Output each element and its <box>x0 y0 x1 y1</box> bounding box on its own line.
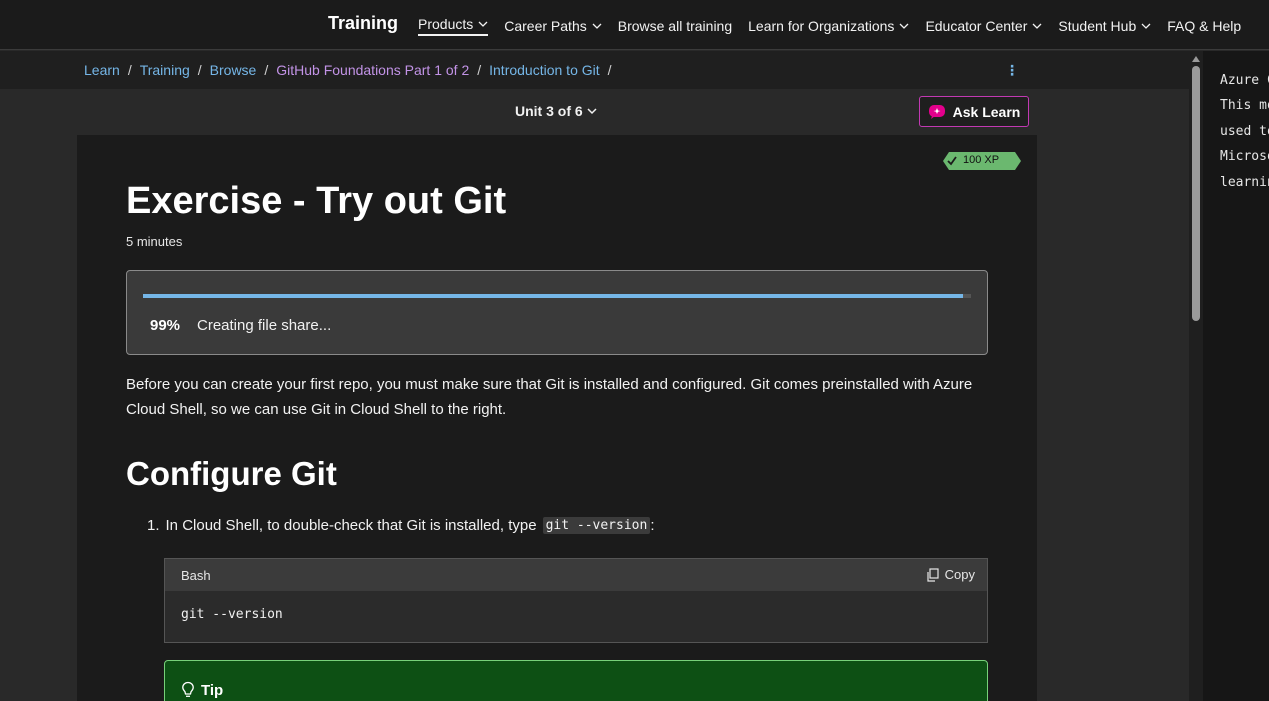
step-suffix: : <box>650 517 655 534</box>
chevron-down-icon <box>478 21 488 27</box>
nav-item-label: FAQ & Help <box>1167 18 1242 34</box>
shell-line: This mo <box>1220 98 1269 113</box>
chevron-down-icon <box>587 108 597 115</box>
progress-status: Creating file share... <box>197 317 332 334</box>
nav-item-learn-for-organizations[interactable]: Learn for Organizations <box>748 16 909 36</box>
ask-learn-button[interactable]: Ask Learn <box>919 96 1029 127</box>
breadcrumb-module[interactable]: Introduction to Git <box>489 62 600 78</box>
nav-item-student-hub[interactable]: Student Hub <box>1058 16 1151 36</box>
code-language: Bash <box>181 568 211 583</box>
inline-code: git --version <box>542 517 651 534</box>
unit-selector[interactable]: Unit 3 of 6 <box>515 103 597 119</box>
nav-item-products[interactable]: Products <box>418 16 489 36</box>
breadcrumb-bar: Learn / Training / Browse / GitHub Found… <box>0 51 1189 89</box>
copy-button[interactable]: Copy <box>926 567 975 582</box>
nav-item-label: Student Hub <box>1058 18 1137 34</box>
chevron-down-icon <box>1032 23 1042 29</box>
progress-bar-fill <box>143 294 963 298</box>
breadcrumb-browse[interactable]: Browse <box>210 62 257 78</box>
shell-line: used to <box>1220 124 1269 139</box>
breadcrumb-separator: / <box>264 62 269 78</box>
nav-item-label: Career Paths <box>504 18 587 34</box>
tip-label: Tip <box>201 681 224 699</box>
breadcrumb-separator: / <box>607 62 612 78</box>
section-heading: Configure Git <box>126 455 337 492</box>
scrollbar[interactable] <box>1189 51 1203 701</box>
scroll-up-arrow-icon[interactable] <box>1192 56 1200 62</box>
brand-training[interactable]: Training <box>328 13 398 34</box>
duration: 5 minutes <box>126 234 183 249</box>
breadcrumb-separator: / <box>477 62 482 78</box>
intro-paragraph: Before you can create your first repo, y… <box>126 376 973 418</box>
nav-item-label: Learn for Organizations <box>748 18 895 34</box>
step-number: 1. <box>147 517 160 534</box>
breadcrumb-separator: / <box>127 62 132 78</box>
nav-item-career-paths[interactable]: Career Paths <box>504 16 602 36</box>
nav-item-label: Educator Center <box>925 18 1028 34</box>
nav-item-educator-center[interactable]: Educator Center <box>925 16 1042 36</box>
top-nav: Training Products Career Paths Browse al… <box>0 0 1269 50</box>
nav-item-browse-all-training[interactable]: Browse all training <box>618 16 732 36</box>
copy-icon <box>927 567 939 582</box>
tip-header: Tip <box>181 681 223 699</box>
code-block: Bash Copy git --version <box>164 558 988 643</box>
page-title: Exercise - Try out Git <box>126 180 507 222</box>
step-text: In Cloud Shell, to double-check that Git… <box>165 517 537 534</box>
breadcrumb-training[interactable]: Training <box>140 62 190 78</box>
tip-callout: Tip <box>164 660 988 701</box>
progress-bar <box>143 294 971 298</box>
chevron-down-icon <box>899 23 909 29</box>
shell-line: Azure C <box>1220 73 1269 88</box>
unit-selector-label: Unit 3 of 6 <box>515 103 583 119</box>
breadcrumb-learning-path[interactable]: GitHub Foundations Part 1 of 2 <box>276 62 469 78</box>
chevron-down-icon <box>592 23 602 29</box>
sandbox-progress: 99% Creating file share... <box>126 270 988 355</box>
progress-percent: 99% <box>150 317 181 334</box>
ask-learn-label: Ask Learn <box>952 103 1021 120</box>
code-block-header: Bash Copy <box>165 559 987 591</box>
code-content: git --version <box>181 607 283 622</box>
copilot-chat-icon <box>928 104 945 119</box>
scrollbar-thumb[interactable] <box>1192 66 1200 321</box>
nav-item-label: Products <box>418 16 474 32</box>
nav-item-faq-help[interactable]: FAQ & Help <box>1167 16 1241 36</box>
chevron-down-icon <box>1141 23 1151 29</box>
breadcrumb: Learn / Training / Browse / GitHub Found… <box>84 62 612 78</box>
shell-line: learnin <box>1220 175 1269 190</box>
breadcrumb-separator: / <box>197 62 202 78</box>
breadcrumb-learn[interactable]: Learn <box>84 62 120 78</box>
nav-item-label: Browse all training <box>617 18 733 34</box>
main-content: 100 XP Exercise - Try out Git 5 minutes … <box>77 135 1037 701</box>
cloud-shell-pane[interactable]: Azure C This mo used to Microso learnin <box>1203 51 1269 701</box>
nav-links: Products Career Paths Browse all trainin… <box>418 16 1241 36</box>
copy-label: Copy <box>944 567 975 582</box>
xp-label: 100 XP <box>963 154 1000 166</box>
lightbulb-icon <box>182 681 194 697</box>
shell-line: Microso <box>1220 149 1269 164</box>
more-actions-icon[interactable]: ⋮ <box>1005 62 1019 79</box>
list-item: 1. In Cloud Shell, to double-check that … <box>147 517 654 534</box>
